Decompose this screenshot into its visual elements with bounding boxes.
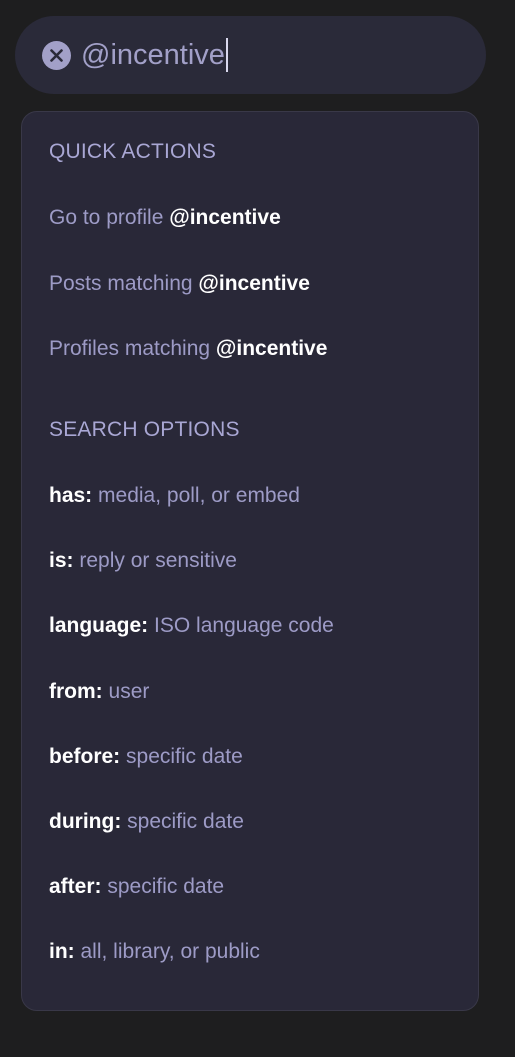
search-option-key: has: <box>49 484 93 507</box>
quick-action-go-to-profile[interactable]: Go to profile @incentive <box>49 204 281 232</box>
search-option-hint: specific date <box>107 875 225 898</box>
search-option-has[interactable]: has: media, poll, or embed <box>49 482 300 510</box>
search-option-hint: all, library, or public <box>80 940 260 963</box>
quick-action-term: @incentive <box>215 337 328 360</box>
search-option-after[interactable]: after: specific date <box>49 873 224 901</box>
quick-action-term: @incentive <box>169 206 281 229</box>
search-option-in[interactable]: in: all, library, or public <box>49 938 260 966</box>
search-option-hint: user <box>108 680 150 703</box>
search-option-key: language: <box>49 614 149 637</box>
search-option-key: during: <box>49 810 122 833</box>
search-input-value: @incentive <box>81 38 225 71</box>
clear-search-icon[interactable] <box>42 40 71 70</box>
search-option-key: after: <box>49 875 102 898</box>
quick-actions-heading: QUICK ACTIONS <box>49 140 217 163</box>
search-option-is[interactable]: is: reply or sensitive <box>49 547 237 575</box>
quick-action-posts-matching[interactable]: Posts matching @incentive <box>49 270 310 298</box>
quick-action-profiles-matching[interactable]: Profiles matching @incentive <box>49 335 327 363</box>
search-option-key: before: <box>49 745 121 768</box>
search-input[interactable]: @incentive <box>81 35 228 75</box>
quick-action-label: Profiles matching <box>49 337 216 360</box>
search-option-during[interactable]: during: specific date <box>49 808 244 836</box>
search-option-hint: ISO language code <box>154 614 334 637</box>
quick-action-label: Go to profile <box>49 206 170 229</box>
search-option-hint: specific date <box>126 745 243 768</box>
search-option-key: in: <box>49 940 75 963</box>
search-option-key: is: <box>49 549 74 572</box>
search-option-hint: specific date <box>127 810 244 833</box>
text-caret <box>225 38 228 72</box>
search-option-key: from: <box>49 680 103 703</box>
quick-action-term: @incentive <box>198 272 310 295</box>
close-icon <box>50 48 63 62</box>
search-option-before[interactable]: before: specific date <box>49 743 243 771</box>
search-option-hint: reply or sensitive <box>79 549 237 572</box>
search-option-from[interactable]: from: user <box>49 678 149 706</box>
search-options-heading: SEARCH OPTIONS <box>49 418 240 441</box>
quick-action-label: Posts matching <box>49 272 199 295</box>
search-option-hint: media, poll, or embed <box>98 484 300 507</box>
search-bar[interactable]: @incentive <box>15 16 486 94</box>
search-option-language[interactable]: language: ISO language code <box>49 612 334 640</box>
search-suggestions-dropdown: QUICK ACTIONS Go to profile @incentive P… <box>21 111 479 1011</box>
